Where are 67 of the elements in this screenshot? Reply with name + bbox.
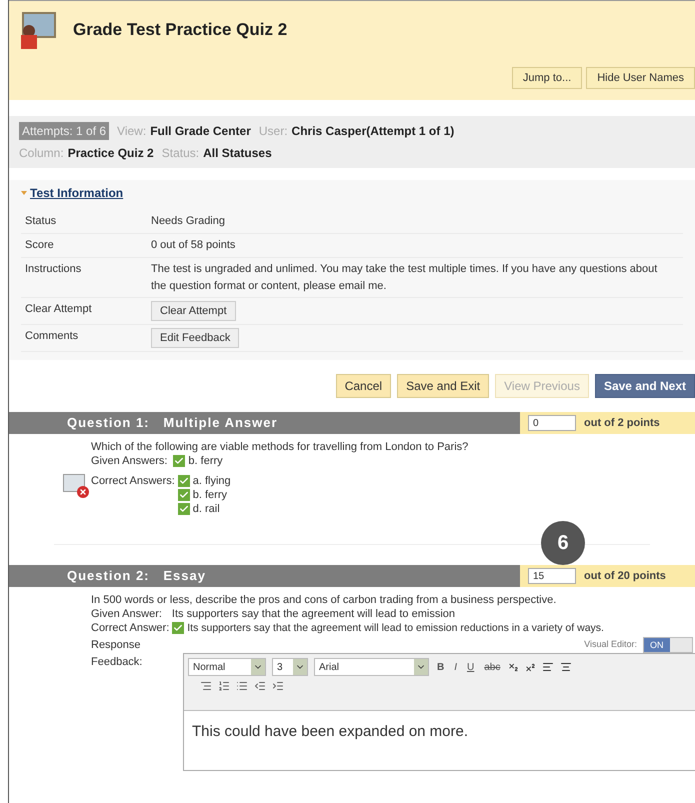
row-label: Comments bbox=[24, 329, 80, 344]
subscript-icon[interactable] bbox=[508, 662, 520, 672]
question-prompt: Which of the following are viable methods for travelling from London to Paris? bbox=[91, 440, 470, 454]
numbered-list-icon[interactable] bbox=[218, 680, 230, 692]
align-right-icon[interactable] bbox=[200, 680, 212, 692]
style-button[interactable]: U bbox=[465, 660, 476, 674]
row-label: Instructions bbox=[24, 262, 82, 277]
feedback-text: This could have been expanded on more. bbox=[192, 723, 468, 740]
answer-label: Correct Answers: bbox=[91, 474, 175, 489]
info-value: Practice Quiz 2 bbox=[68, 145, 154, 162]
points-label: out of 2 points bbox=[584, 416, 660, 431]
style-button[interactable]: abc bbox=[482, 660, 502, 674]
info-label: View: bbox=[117, 123, 146, 140]
answer-label: Given Answers: bbox=[91, 454, 168, 468]
info-label: Status: bbox=[162, 145, 200, 162]
answer-text: b. ferry bbox=[188, 454, 223, 468]
points-label: out of 20 points bbox=[584, 568, 666, 584]
answer-text: a. flying bbox=[192, 474, 231, 488]
action-button[interactable]: Save and Exit bbox=[397, 374, 490, 398]
answer-text: Its supporters say that the agreement will lead to emission bbox=[172, 607, 456, 621]
superscript-icon[interactable] bbox=[525, 662, 536, 672]
answer-text: b. ferry bbox=[192, 488, 227, 502]
feedback-label: Response Feedback: bbox=[91, 638, 144, 670]
align-center-icon[interactable] bbox=[560, 661, 572, 673]
indent-icon[interactable] bbox=[272, 680, 284, 692]
score-field[interactable]: 15 bbox=[528, 568, 576, 584]
section-link[interactable]: Test Information bbox=[30, 184, 124, 202]
teacher-icon bbox=[19, 11, 59, 49]
question-title: Question 2: Essay bbox=[66, 567, 206, 586]
header-button[interactable]: Jump to... bbox=[512, 67, 582, 89]
row-value: The test is ungraded and unlimed. You may take the test multiple times. If you have any questions about the question format or content, please email me. bbox=[151, 262, 658, 294]
editor-text-area[interactable]: This could have been expanded on more. bbox=[184, 710, 695, 770]
style-button[interactable]: I bbox=[452, 660, 460, 674]
row-value: Needs Grading bbox=[151, 214, 226, 229]
answer-label: Correct Answer: bbox=[91, 621, 170, 635]
answer-label: Given Answer: bbox=[91, 607, 162, 621]
action-button[interactable]: Cancel bbox=[336, 374, 392, 398]
row-label: Score bbox=[24, 238, 55, 253]
row-value: 0 out of 58 points bbox=[151, 238, 236, 253]
visual-editor-toggle[interactable]: ON bbox=[643, 637, 693, 653]
format-select[interactable]: Normal bbox=[188, 658, 266, 676]
step-badge: 6 bbox=[541, 521, 585, 565]
attempts-badge: Attempts: 1 of 6 bbox=[19, 122, 110, 140]
format-select[interactable]: Arial bbox=[314, 658, 429, 676]
grade-warning-icon bbox=[63, 474, 89, 498]
page-title: Grade Test Practice Quiz 2 bbox=[73, 19, 288, 42]
style-button[interactable]: B bbox=[435, 660, 446, 674]
align-left-icon[interactable] bbox=[542, 661, 554, 673]
info-value: Chris Casper(Attempt 1 of 1) bbox=[292, 123, 454, 140]
format-select[interactable]: 3 bbox=[272, 658, 308, 676]
score-field[interactable]: 0 bbox=[528, 415, 576, 431]
outdent-icon[interactable] bbox=[254, 680, 266, 692]
editor-toggle-label: Visual Editor: bbox=[584, 638, 637, 652]
question-title: Question 1: Multiple Answer bbox=[66, 414, 278, 432]
question-prompt: In 500 words or less, describe the pros and cons of carbon trading from a business perspective. bbox=[91, 593, 558, 607]
row-button[interactable]: Clear Attempt bbox=[151, 301, 236, 321]
info-label: User: bbox=[258, 123, 288, 140]
row-label: Status bbox=[24, 214, 58, 229]
answer-text: d. rail bbox=[192, 502, 220, 516]
info-label: Column: bbox=[19, 145, 64, 162]
row-button[interactable]: Edit Feedback bbox=[151, 328, 240, 348]
info-value: All Statuses bbox=[203, 145, 272, 162]
row-label: Clear Attempt bbox=[24, 302, 93, 317]
action-button[interactable]: Save and Next bbox=[594, 374, 695, 398]
answer-text: Its supporters say that the agreement will lead to emission reductions in a variety of ways. bbox=[187, 621, 604, 635]
header-button[interactable]: Hide User Names bbox=[586, 67, 695, 89]
info-value: Full Grade Center bbox=[150, 123, 251, 140]
